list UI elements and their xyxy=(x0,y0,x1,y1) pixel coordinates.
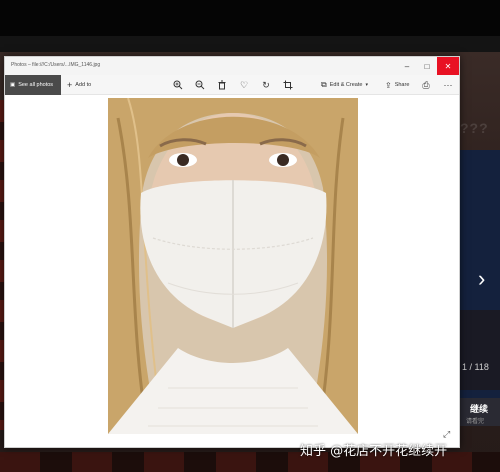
title-bar[interactable]: Photos – file:///C:/Users/...IMG_1146.jp… xyxy=(5,57,459,75)
image-counter: 1 / 118 xyxy=(462,362,489,372)
edit-icon: ⧉ xyxy=(321,80,327,89)
share-icon: ⇪ xyxy=(385,80,392,90)
minimize-icon[interactable]: – xyxy=(397,57,417,75)
delete-icon[interactable] xyxy=(215,78,229,92)
window-title: Photos – file:///C:/Users/...IMG_1146.jp… xyxy=(11,62,101,68)
heart-icon[interactable]: ♡ xyxy=(237,78,251,92)
crop-icon[interactable] xyxy=(281,78,295,92)
add-to-label: Add to xyxy=(75,82,92,88)
photos-icon: ▣ xyxy=(10,82,16,88)
see-all-photos-button[interactable]: ▣ See all photos xyxy=(5,75,61,95)
maximize-icon[interactable]: □ xyxy=(417,57,437,75)
displayed-photo xyxy=(108,98,358,434)
chevron-down-icon: ▾ xyxy=(365,82,368,88)
zoom-in-icon[interactable] xyxy=(171,78,185,92)
background-top-bar xyxy=(0,0,500,36)
continue-button-label: 继续 xyxy=(470,404,489,414)
edit-create-label: Edit & Create xyxy=(329,82,363,88)
zoom-out-icon[interactable] xyxy=(193,78,207,92)
expand-icon[interactable]: ⤢ xyxy=(443,429,450,440)
see-all-photos-label: See all photos xyxy=(18,82,54,88)
background-band xyxy=(0,36,500,52)
background-right-panel-lower xyxy=(458,310,500,390)
photos-window: Photos – file:///C:/Users/...IMG_1146.jp… xyxy=(4,56,460,448)
photo-toolbar: ▣ See all photos + Add to ♡ ↻ ⧉ Edit & C… xyxy=(5,75,459,95)
add-to-button[interactable]: + Add to xyxy=(67,75,91,95)
background-ghost-text: ??? xyxy=(460,120,489,136)
watermark: 知乎 @花店不开花继续开 xyxy=(300,444,448,459)
next-arrow-icon[interactable]: › xyxy=(478,268,485,290)
plus-icon: + xyxy=(67,80,73,90)
more-options-icon[interactable]: ··· xyxy=(441,78,455,92)
print-icon[interactable]: ⎙ xyxy=(419,78,433,92)
share-label: Share xyxy=(394,82,410,88)
rotate-icon[interactable]: ↻ xyxy=(259,78,273,92)
edit-create-button[interactable]: ⧉ Edit & Create ▾ xyxy=(321,75,368,95)
continue-button-sublabel: 请看完 xyxy=(466,419,485,425)
share-button[interactable]: ⇪ Share xyxy=(385,75,409,95)
close-button[interactable]: ✕ xyxy=(437,57,459,75)
